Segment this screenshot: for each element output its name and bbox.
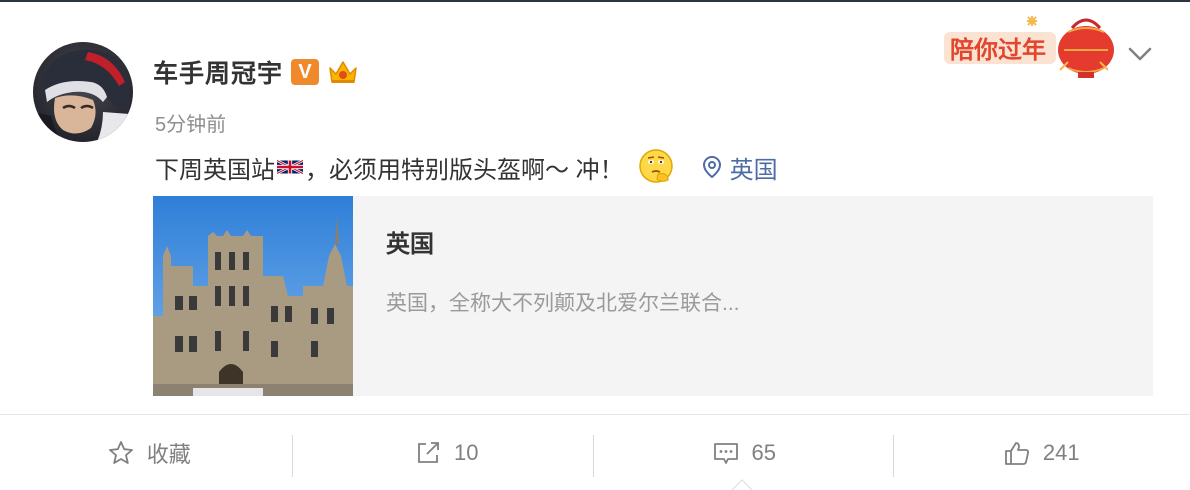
like-count: 241 <box>1042 439 1080 465</box>
post-time[interactable]: 5分钟前 <box>155 108 226 137</box>
avatar[interactable] <box>33 42 133 142</box>
link-card-body: 英国 英国，全称大不列颠及北爱尔兰联合... <box>353 196 740 396</box>
uk-flag-icon <box>277 159 303 175</box>
location-link-card[interactable]: 英国 英国，全称大不列颠及北爱尔兰联合... <box>153 196 1153 396</box>
crown-member-icon[interactable] <box>327 58 359 86</box>
like-button[interactable]: 241 <box>893 415 1190 490</box>
author-name[interactable]: 车手周冠宇 <box>153 54 283 90</box>
location-label: 英国 <box>729 156 778 184</box>
link-card-thumbnail <box>153 196 353 396</box>
verified-v-icon[interactable]: V <box>291 59 320 85</box>
post-text-part1: 下周英国站 <box>155 156 275 184</box>
link-card-title: 英国 <box>386 231 434 258</box>
comment-count: 65 <box>751 439 776 465</box>
share-icon <box>418 441 439 463</box>
action-separator <box>292 435 293 477</box>
star-icon <box>108 440 133 464</box>
comment-icon <box>713 442 738 464</box>
action-bar: 收藏 10 65 241 <box>0 415 1190 490</box>
favorite-button[interactable]: 收藏 <box>0 415 298 490</box>
location-link[interactable]: 英国 <box>702 150 778 185</box>
thinking-face-emoji-icon <box>638 149 673 183</box>
post-text-part2: ，必须用特别版头盔啊～ 冲！ <box>305 156 624 184</box>
favorite-label: 收藏 <box>146 441 191 467</box>
post-text: 下周英国站 ，必须用特别版头盔啊～ 冲！ 英国 <box>155 149 778 185</box>
repost-button[interactable]: 10 <box>298 415 596 490</box>
chevron-down-icon[interactable] <box>1126 40 1154 68</box>
author-row: 车手周冠宇 V <box>153 54 359 90</box>
action-separator <box>593 435 594 477</box>
repost-count: 10 <box>454 439 479 465</box>
festival-badge-icon[interactable]: 陪你过年 <box>940 12 1122 80</box>
weibo-post-card: 车手周冠宇 V 5分钟前 下周英国站 ，必须用特别版头盔啊～ 冲！ 英国 英国 … <box>0 2 1190 414</box>
link-card-description: 英国，全称大不列颠及北爱尔兰联合... <box>386 292 740 315</box>
location-pin-icon <box>702 155 721 179</box>
comment-caret-icon <box>732 479 752 490</box>
thumbs-up-icon <box>1004 441 1029 465</box>
festival-badge-text: 陪你过年 <box>950 36 1046 64</box>
